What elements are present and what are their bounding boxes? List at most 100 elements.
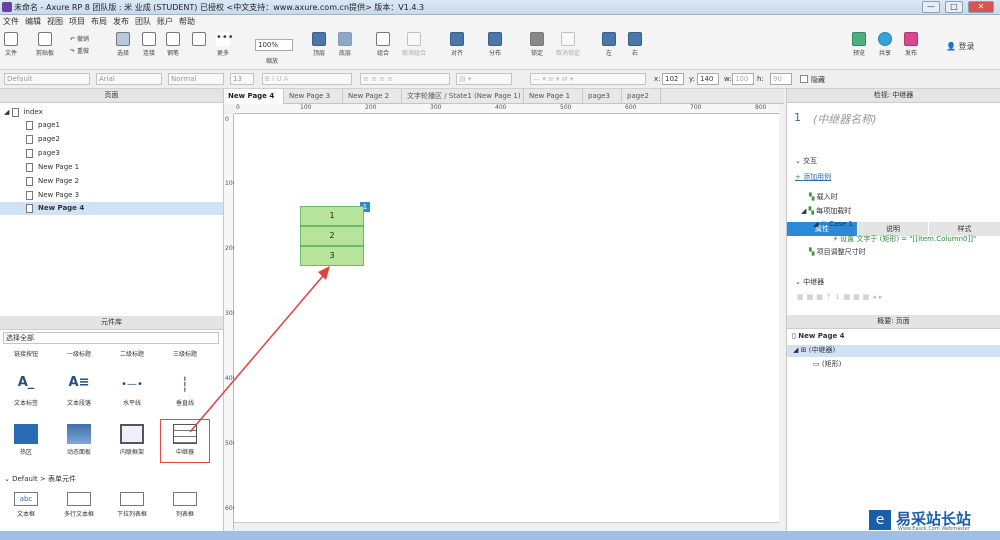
minimize-button[interactable]: — xyxy=(922,1,940,13)
group-button[interactable]: 组合 xyxy=(376,32,390,57)
outline-repeater-node[interactable]: ◢ ⊞ (中继器) xyxy=(787,345,1000,357)
right-button[interactable]: 右 xyxy=(628,32,642,57)
tab-new-page-4[interactable]: New Page 4 xyxy=(224,89,284,104)
tab-page3[interactable]: page3 xyxy=(584,89,622,104)
pen-button[interactable]: 钢笔 xyxy=(166,32,180,57)
lib-textbox[interactable]: abc 文本框 xyxy=(4,492,48,518)
add-case-link[interactable]: + 添加用例 xyxy=(795,172,831,182)
zoom-select[interactable]: 100% xyxy=(255,39,293,51)
fill-color-buttons[interactable]: ▤ ▾ xyxy=(456,73,512,85)
page-tree-item[interactable]: New Page 3 xyxy=(26,189,79,202)
event-item-resize[interactable]: ▚ 项目调整尺寸时 xyxy=(809,247,866,257)
menu-edit[interactable]: 编辑 xyxy=(22,15,44,28)
left-button[interactable]: 左 xyxy=(602,32,616,57)
bring-top-button[interactable]: 顶层 xyxy=(312,32,326,57)
menu-project[interactable]: 项目 xyxy=(66,15,88,28)
lib-text-label[interactable]: A_ 文本标签 xyxy=(4,375,48,407)
pen-tool-button[interactable] xyxy=(192,32,206,55)
align-button[interactable]: 对齐 xyxy=(450,32,464,57)
page-tree-root[interactable]: ◢ index xyxy=(4,106,43,119)
outline-rect-node[interactable]: ▭ (矩形) xyxy=(813,359,841,369)
hidden-checkbox[interactable] xyxy=(800,75,808,83)
login-button[interactable]: 👤 登录 xyxy=(946,41,975,52)
outline-page[interactable]: ▯ New Page 4 xyxy=(792,332,845,340)
distribute-button[interactable]: 分布 xyxy=(488,32,502,57)
close-button[interactable]: ✕ xyxy=(968,1,994,13)
tab-new-page-2[interactable]: New Page 2 xyxy=(344,89,402,104)
event-item-load[interactable]: ◢ ▚ 每项加载时 xyxy=(801,206,851,216)
tab-carousel-state[interactable]: 文字轮播区 / State1 (New Page 1) xyxy=(403,89,524,104)
title-bar: 未命名 - Axure RP 8 团队版 : 米 业成 (STUDENT) 已授… xyxy=(0,0,1000,15)
menu-account[interactable]: 账户 xyxy=(154,15,176,28)
event-on-load[interactable]: ▚ 载入时 xyxy=(809,192,838,202)
hline-icon: •—• xyxy=(121,379,143,390)
maximize-button[interactable]: □ xyxy=(945,1,963,13)
text-format-buttons[interactable]: B I U A xyxy=(262,73,352,85)
menu-layout[interactable]: 布局 xyxy=(88,15,110,28)
file-icon xyxy=(4,32,18,46)
redo-button[interactable]: ↷ 重做 xyxy=(70,46,89,55)
widget-name-input[interactable]: (中继器名称) xyxy=(813,111,877,127)
canvas-h-scrollbar[interactable] xyxy=(234,522,779,531)
repeater-section[interactable]: ⌄ 中继器 xyxy=(795,277,824,287)
page-tree-item[interactable]: page2 xyxy=(26,133,60,146)
tab-new-page-1[interactable]: New Page 1 xyxy=(525,89,583,104)
lock-button[interactable]: 锁定 xyxy=(530,32,544,57)
brush-icon xyxy=(192,32,206,46)
lib-hotspot[interactable]: 热区 xyxy=(4,424,48,456)
event-icon: ▚ xyxy=(808,207,814,215)
lib-listbox[interactable]: 列表框 xyxy=(163,492,207,518)
tab-new-page-3[interactable]: New Page 3 xyxy=(285,89,343,104)
interaction-section[interactable]: ⌄ 交互 xyxy=(795,156,817,166)
action-item[interactable]: ⚡ 设置 文字于 (矩形) = "[[Item.Column0]]" xyxy=(833,234,976,244)
lib-hline[interactable]: •—• 水平线 xyxy=(110,375,154,407)
preview-button[interactable]: 预览 xyxy=(852,32,866,57)
page-tree-item[interactable]: page1 xyxy=(26,119,60,132)
page-tree-item-selected[interactable]: New Page 4 xyxy=(0,202,223,215)
lib-h1[interactable]: 一级标题 xyxy=(57,349,101,358)
connect-button[interactable]: 连接 xyxy=(142,32,156,57)
page-tree-item[interactable]: New Page 1 xyxy=(26,161,79,174)
lib-link-button[interactable]: 链接按钮 xyxy=(4,349,48,358)
menu-file[interactable]: 文件 xyxy=(0,15,22,28)
h-input[interactable]: 90 xyxy=(770,73,792,85)
case-item[interactable]: ◢ ⚐ Case 1 xyxy=(813,220,853,228)
text-align-buttons[interactable]: ≡ ≡ ≡ ≡ xyxy=(360,73,450,85)
page-tree-item[interactable]: page3 xyxy=(26,147,60,160)
clipboard-button[interactable]: 剪贴板 xyxy=(36,32,54,57)
menu-publish[interactable]: 发布 xyxy=(110,15,132,28)
lib-paragraph[interactable]: A≡ 文本段落 xyxy=(57,375,101,407)
lib-dynamic-panel[interactable]: 动态面板 xyxy=(57,424,101,456)
send-bottom-button[interactable]: 底层 xyxy=(338,32,352,57)
menu-team[interactable]: 团队 xyxy=(132,15,154,28)
lib-inline-frame[interactable]: 内联框架 xyxy=(110,424,154,456)
size-select[interactable]: 13 xyxy=(230,73,254,85)
lib-textarea[interactable]: 多行文本框 xyxy=(57,492,101,518)
w-input[interactable]: 100 xyxy=(732,73,754,85)
x-input[interactable]: 102 xyxy=(662,73,684,85)
unlock-icon xyxy=(561,32,575,46)
menu-help[interactable]: 帮助 xyxy=(176,15,198,28)
file-button[interactable]: 文件 xyxy=(4,32,18,57)
page-tree-item[interactable]: New Page 2 xyxy=(26,175,79,188)
repeater-row[interactable]: 1 xyxy=(300,206,364,226)
menu-view[interactable]: 视图 xyxy=(44,15,66,28)
undo-button[interactable]: ↶ 撤销 xyxy=(70,34,89,43)
ungroup-button[interactable]: 取消组合 xyxy=(402,32,426,57)
select-button[interactable]: 选择 xyxy=(116,32,130,57)
y-input[interactable]: 140 xyxy=(697,73,719,85)
style-select[interactable]: Default xyxy=(4,73,90,85)
share-button[interactable]: 共享 xyxy=(878,32,892,57)
form-section-header[interactable]: ⌄ Default > 表单元件 xyxy=(4,474,76,484)
repeater-row[interactable]: 2 xyxy=(300,226,364,246)
weight-select[interactable]: Normal xyxy=(168,73,224,85)
publish-button[interactable]: 发布 xyxy=(904,32,918,57)
more-button[interactable]: ••• 更多 xyxy=(216,32,234,57)
line-style-buttons[interactable]: — ▾ ≡ ▾ ⇄ ▾ xyxy=(530,73,646,85)
repeater-toolbar[interactable]: ▦▦▦↑↓▦▦▦◂▸ xyxy=(797,293,885,301)
unlock-button[interactable]: 取消锁定 xyxy=(556,32,580,57)
font-select[interactable]: Arial xyxy=(96,73,162,85)
lib-dropdown[interactable]: 下拉列表框 xyxy=(110,492,154,518)
tab-page2[interactable]: page2 xyxy=(623,89,661,104)
lib-h2[interactable]: 二级标题 xyxy=(110,349,154,358)
